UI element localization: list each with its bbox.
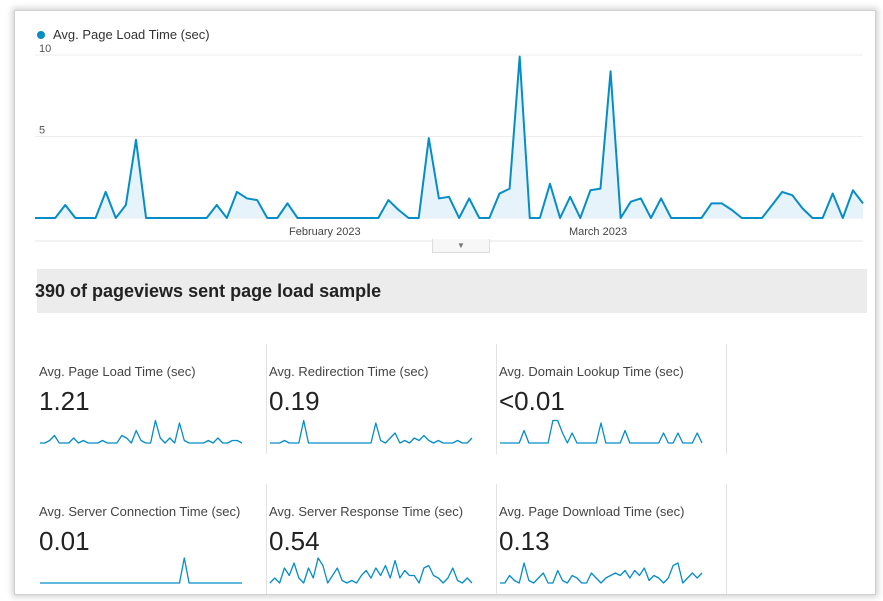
chevron-down-icon: ▼ <box>457 241 465 250</box>
y-tick-label: 5 <box>39 125 45 137</box>
collapse-chart-button[interactable]: ▼ <box>432 239 490 253</box>
metric-card-redirection[interactable]: Avg. Redirection Time (sec) 0.19 <box>267 344 497 456</box>
sparkline <box>269 557 473 584</box>
sparkline <box>500 419 703 444</box>
sparkline-series <box>270 419 473 444</box>
sparkline-series <box>500 419 703 444</box>
metric-value: 0.13 <box>499 526 550 556</box>
x-tick-label: March 2023 <box>569 226 627 238</box>
sparkline <box>500 562 703 584</box>
metric-label: Avg. Page Download Time (sec) <box>499 504 685 519</box>
y-tick-label: 10 <box>39 43 51 55</box>
sparkline-series <box>269 557 473 584</box>
metric-value: 0.54 <box>269 526 320 556</box>
metric-label: Avg. Server Response Time (sec) <box>269 504 464 519</box>
metric-card-page-download[interactable]: Avg. Page Download Time (sec) 0.13 <box>497 484 727 596</box>
metric-card-domain-lookup[interactable]: Avg. Domain Lookup Time (sec) <0.01 <box>497 344 727 456</box>
sparkline-series <box>40 419 243 444</box>
metric-value: 0.19 <box>269 386 320 416</box>
x-tick-label: February 2023 <box>289 226 361 238</box>
sparkline <box>270 419 473 444</box>
metric-value: 0.01 <box>39 526 90 556</box>
metric-value: 1.21 <box>39 386 90 416</box>
sparkline-series <box>500 562 703 584</box>
metric-label: Avg. Redirection Time (sec) <box>269 364 429 379</box>
divider <box>726 344 727 454</box>
sparkline-series <box>40 557 242 584</box>
series-area <box>35 56 863 218</box>
divider <box>726 484 727 594</box>
series-line <box>35 55 864 219</box>
metric-label: Avg. Server Connection Time (sec) <box>39 504 241 519</box>
report-panel: Avg. Page Load Time (sec) 10 5 February 20… <box>14 10 876 595</box>
metric-card-server-response[interactable]: Avg. Server Response Time (sec) 0.54 <box>267 484 497 596</box>
sparkline <box>40 557 242 584</box>
metric-grid: Avg. Page Load Time (sec) 1.21 Avg. Redi… <box>37 344 727 594</box>
metric-card-server-connection[interactable]: Avg. Server Connection Time (sec) 0.01 <box>37 484 267 596</box>
page-load-time-chart[interactable]: 10 5 February 2023 March 2023 <box>15 11 877 251</box>
summary-bar: 390 of pageviews sent page load sample <box>35 269 867 313</box>
metric-card-page-load[interactable]: Avg. Page Load Time (sec) 1.21 <box>37 344 267 456</box>
metric-label: Avg. Page Load Time (sec) <box>39 364 196 379</box>
sparkline <box>40 419 243 444</box>
metric-label: Avg. Domain Lookup Time (sec) <box>499 364 684 379</box>
metric-value: <0.01 <box>499 386 565 416</box>
sample-summary: 390 of pageviews sent page load sample <box>35 280 382 301</box>
